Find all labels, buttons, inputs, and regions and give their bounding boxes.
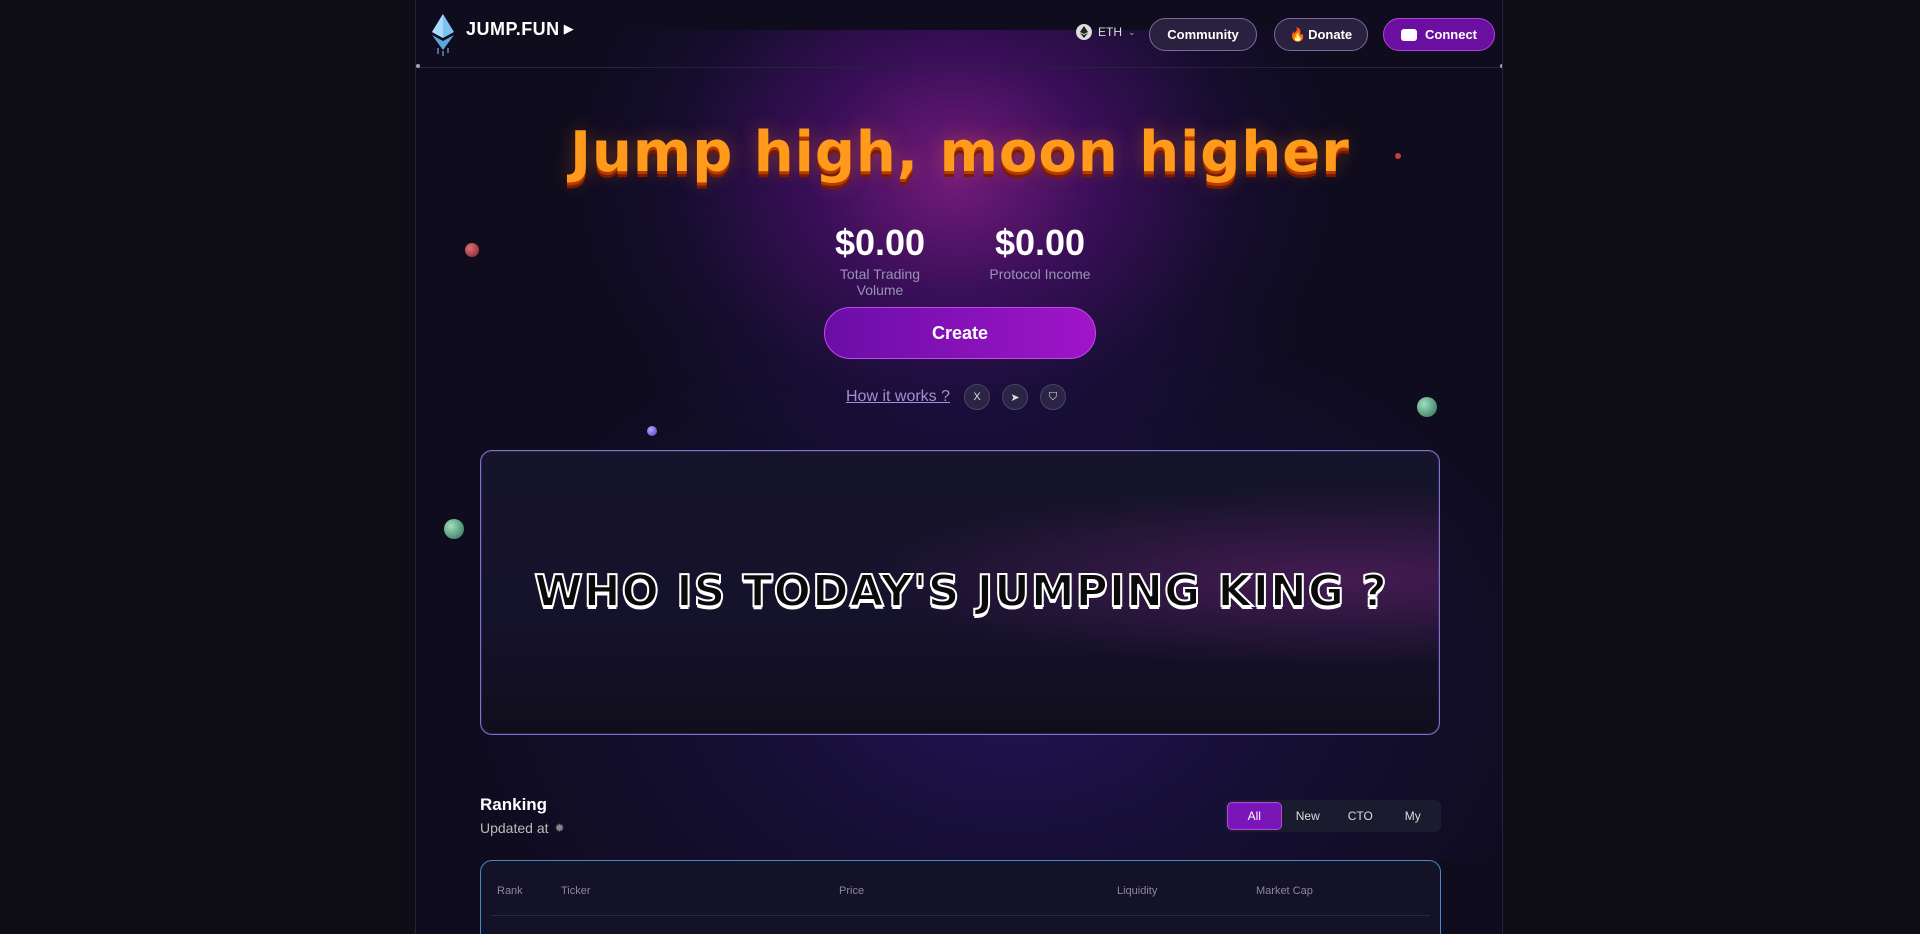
wallet-icon [1401, 28, 1417, 41]
chevron-down-icon: ⌄ [1128, 26, 1136, 37]
column-header-rank[interactable]: Rank [497, 885, 523, 897]
connect-button[interactable]: Connect [1383, 18, 1495, 51]
tab-new[interactable]: New [1282, 802, 1335, 830]
ranking-tabs: All New CTO My [1225, 800, 1441, 832]
ranking-table: Rank Ticker Price Liquidity Market Cap [480, 860, 1441, 934]
shield-icon[interactable]: ⛉ [1040, 384, 1067, 410]
decorative-orb [444, 519, 464, 539]
tab-cto[interactable]: CTO [1334, 802, 1387, 830]
decorative-orb [465, 243, 479, 257]
ranking-title: Ranking [480, 795, 548, 814]
fire-icon: 🔥 [1289, 26, 1307, 42]
header: JUMP.FUN ▶ ETH ⌄ Community 🔥 Donate Conn… [416, 0, 1502, 68]
logo-text: JUMP.FUN [466, 18, 560, 39]
how-it-works-link[interactable]: How it works ? [846, 388, 950, 406]
tab-all[interactable]: All [1227, 802, 1282, 830]
stats: $0.00 Total Trading Volume $0.00 Protoco… [416, 222, 1502, 298]
links-row: How it works ? X ➤ ⛉ [846, 384, 1078, 410]
chain-selector[interactable]: ETH ⌄ [1076, 24, 1136, 40]
stat-value: $0.00 [994, 222, 1086, 263]
banner-title: WHO IS TODAY'S JUMPING KING ? [533, 565, 1388, 618]
column-header-liquidity[interactable]: Liquidity [1117, 885, 1157, 897]
stat-protocol-income: $0.00 Protocol Income [975, 222, 1105, 298]
chain-label: ETH [1098, 25, 1122, 39]
logo[interactable]: JUMP.FUN ▶ [430, 12, 574, 56]
column-header-ticker[interactable]: Ticker [561, 885, 591, 897]
hero-title: Jump high, moon higher [570, 120, 1350, 185]
table-divider [491, 915, 1430, 916]
tab-my[interactable]: My [1387, 802, 1440, 830]
stat-value: $0.00 [834, 222, 926, 263]
x-icon[interactable]: X [964, 384, 991, 410]
donate-label: Donate [1308, 27, 1353, 42]
create-button[interactable]: Create [824, 307, 1096, 359]
stat-label: Protocol Income [989, 266, 1091, 282]
updated-at: Updated at ✹ [480, 820, 565, 836]
corner-dot [416, 64, 420, 68]
donate-button[interactable]: 🔥 Donate [1274, 18, 1368, 51]
community-label: Community [1167, 27, 1239, 42]
pointer-icon: ▶ [563, 21, 574, 36]
column-header-market-cap[interactable]: Market Cap [1256, 885, 1313, 897]
jumping-king-banner: WHO IS TODAY'S JUMPING KING ? [480, 450, 1440, 735]
community-button[interactable]: Community [1149, 18, 1257, 51]
page: JUMP.FUN ▶ ETH ⌄ Community 🔥 Donate Conn… [415, 0, 1503, 934]
decorative-orb [1395, 153, 1401, 159]
decorative-orb [647, 426, 657, 436]
corner-dot [1500, 64, 1502, 68]
ethereum-chain-icon [1076, 24, 1092, 40]
ethereum-logo-icon [432, 14, 454, 56]
decorative-orb [1417, 397, 1437, 417]
column-header-price[interactable]: Price [839, 885, 864, 897]
connect-label: Connect [1425, 27, 1477, 42]
stat-trading-volume: $0.00 Total Trading Volume [815, 222, 945, 298]
telegram-icon[interactable]: ➤ [1002, 384, 1029, 410]
stat-label: Total Trading Volume [839, 266, 921, 298]
updated-label: Updated at [480, 820, 549, 836]
loading-spinner-icon: ✹ [554, 821, 565, 835]
